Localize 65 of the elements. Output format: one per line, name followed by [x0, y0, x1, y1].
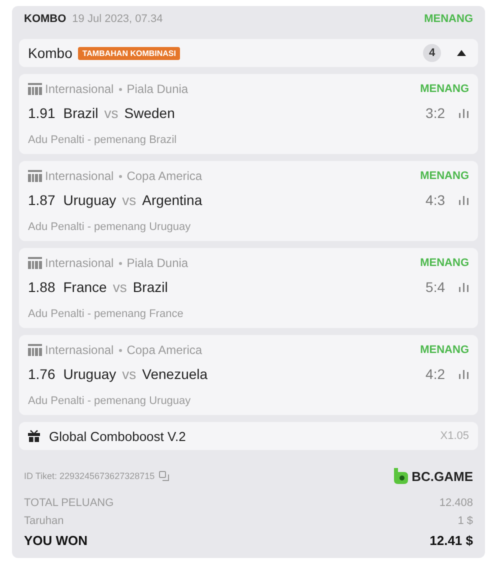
- bet-date: 19 Jul 2023, 07.34: [72, 13, 163, 25]
- summary-label: TOTAL PELUANG: [24, 497, 114, 509]
- away-team: Sweden: [124, 105, 175, 121]
- ticket-id: ID Tiket: 2293245673627328715: [24, 471, 155, 481]
- brand-name: BC.GAME: [412, 468, 473, 484]
- tournament-name: Copa America: [126, 343, 202, 357]
- odds: 1.87: [28, 192, 56, 208]
- tournament-name: Piala Dunia: [126, 82, 188, 96]
- tournament-name: Copa America: [126, 169, 202, 183]
- summary-value: 1 $: [458, 515, 473, 527]
- market-selection: Adu Penalti - pemenang Brazil: [28, 133, 178, 146]
- versus-label: vs: [112, 279, 127, 295]
- match-score: 5:4: [426, 279, 445, 295]
- stats-icon[interactable]: [459, 108, 469, 118]
- market-selection: Adu Penalti - pemenang Uruguay: [28, 220, 192, 233]
- versus-label: vs: [122, 192, 136, 208]
- selection-count: 4: [423, 44, 441, 62]
- brand-logo-icon: [394, 468, 408, 484]
- league-name: Internasional: [45, 256, 114, 270]
- home-team: Brazil: [63, 105, 98, 121]
- away-team: Brazil: [132, 279, 168, 295]
- match-status: MENANG: [420, 344, 469, 356]
- summary-value: 12.408: [439, 497, 473, 509]
- gift-icon: [28, 430, 40, 442]
- match-status: MENANG: [420, 257, 469, 269]
- home-team: Uruguay: [63, 366, 116, 382]
- match-score: 4:3: [426, 192, 445, 208]
- combo-badge: TAMBAHAN KOMBINASI: [78, 46, 180, 60]
- match-score: 3:2: [426, 105, 445, 121]
- market-selection: Adu Penalti - pemenang Uruguay: [28, 394, 192, 407]
- versus-label: vs: [104, 105, 118, 121]
- odds: 1.91: [28, 105, 56, 121]
- league-name: Internasional: [45, 82, 114, 96]
- versus-label: vs: [122, 366, 136, 382]
- match-status: MENANG: [420, 83, 469, 95]
- summary-label: YOU WON: [24, 533, 88, 548]
- combo-label: Kombo: [28, 45, 72, 61]
- match-score: 4:2: [426, 366, 445, 382]
- copy-icon[interactable]: [158, 471, 169, 481]
- bet-type: KOMBO: [24, 13, 66, 25]
- tournament-name: Piala Dunia: [126, 256, 188, 270]
- separator-dot-icon: [118, 348, 122, 352]
- combo-bar[interactable]: Kombo TAMBAHAN KOMBINASI 4: [19, 39, 478, 67]
- away-team: Venezuela: [142, 366, 208, 382]
- separator-dot-icon: [118, 262, 122, 264]
- boost-label: Global Comboboost V.2: [49, 428, 186, 444]
- league-name: Internasional: [45, 169, 114, 183]
- home-team: France: [63, 279, 107, 295]
- summary-label: Taruhan: [24, 515, 64, 527]
- odds: 1.76: [28, 366, 56, 382]
- home-team: Uruguay: [63, 192, 116, 208]
- summary-value: 12.41 $: [430, 533, 473, 548]
- away-team: Argentina: [142, 192, 202, 208]
- league-name: Internasional: [45, 343, 114, 357]
- caret-icon[interactable]: [457, 50, 466, 56]
- separator-dot-icon: [118, 88, 122, 90]
- odds: 1.88: [28, 279, 56, 295]
- bet-status: MENANG: [424, 13, 473, 25]
- market-selection: Adu Penalti - pemenang France: [28, 307, 184, 320]
- match-status: MENANG: [420, 170, 469, 182]
- stats-icon[interactable]: [459, 369, 469, 379]
- stats-icon[interactable]: [459, 282, 469, 292]
- boost-multiplier: X1.05: [440, 430, 469, 442]
- stats-icon[interactable]: [459, 195, 469, 205]
- separator-dot-icon: [118, 174, 122, 178]
